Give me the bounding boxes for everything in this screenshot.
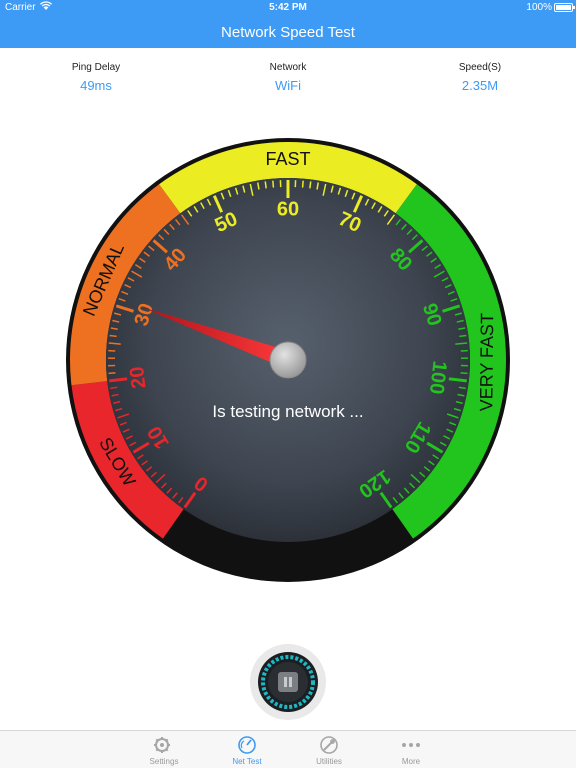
pause-button[interactable] bbox=[249, 643, 327, 721]
major-tick bbox=[448, 377, 467, 383]
pause-icon bbox=[278, 672, 298, 692]
tick-label: 20 bbox=[126, 365, 150, 390]
tab-more[interactable]: More bbox=[381, 735, 441, 766]
tab-utilities[interactable]: Utilities bbox=[299, 735, 359, 766]
stats-row: Ping Delay 49ms Network WiFi Speed(S) 2.… bbox=[0, 62, 576, 102]
ping-delay-value: 49ms bbox=[80, 78, 112, 93]
minor-tick bbox=[272, 180, 275, 188]
minor-tick bbox=[459, 334, 467, 338]
network-value: WiFi bbox=[275, 78, 301, 93]
tab-settings-label: Settings bbox=[149, 757, 179, 766]
minor-tick bbox=[301, 180, 304, 188]
settings-gear-icon bbox=[154, 737, 170, 753]
network-stat: Network WiFi bbox=[223, 62, 353, 93]
ping-delay-stat: Ping Delay 49ms bbox=[31, 62, 161, 93]
minor-tick bbox=[460, 372, 468, 375]
speedometer-icon bbox=[238, 736, 256, 754]
network-label: Network bbox=[269, 62, 307, 73]
minor-tick bbox=[108, 372, 116, 375]
speed-stat: Speed(S) 2.35M bbox=[415, 62, 545, 93]
tab-more-label: More bbox=[401, 757, 421, 766]
minor-tick bbox=[109, 334, 117, 338]
battery-percentage: 100% bbox=[526, 2, 552, 13]
tab-utilities-label: Utilities bbox=[316, 757, 342, 766]
navigation-bar: Carrier 5:42 PM 100% Network Speed Test bbox=[0, 0, 576, 48]
page-title: Network Speed Test bbox=[221, 24, 355, 41]
clock: 5:42 PM bbox=[269, 2, 307, 13]
speedometer-gauge: 01020304050 60 708090100110120 SLOWNORMALF… bbox=[66, 138, 510, 582]
tab-settings[interactable]: Settings bbox=[134, 735, 194, 766]
utilities-wrench-icon bbox=[320, 736, 338, 754]
zone-label: VERY FAST bbox=[476, 313, 497, 412]
needle-hub bbox=[269, 341, 307, 379]
tab-bar: Settings Net Test Utilities More bbox=[0, 730, 576, 768]
more-dots-icon bbox=[402, 743, 420, 747]
testing-status-text: Is testing network ... bbox=[212, 402, 363, 421]
tab-net-test-label: Net Test bbox=[232, 757, 262, 766]
tick-label: 60 bbox=[277, 198, 299, 220]
zone-label: FAST bbox=[265, 149, 310, 169]
tab-net-test[interactable]: Net Test bbox=[217, 735, 277, 766]
minor-tick bbox=[309, 181, 312, 189]
speed-value: 2.35M bbox=[461, 78, 499, 93]
major-tick bbox=[109, 377, 128, 383]
tick-label: 100 bbox=[425, 360, 451, 396]
battery-icon bbox=[554, 3, 575, 12]
status-bar: Carrier 5:42 PM 100% bbox=[0, 0, 576, 16]
minor-tick bbox=[264, 181, 267, 189]
speed-label: Speed(S) bbox=[458, 62, 502, 73]
ping-delay-label: Ping Delay bbox=[71, 62, 121, 73]
